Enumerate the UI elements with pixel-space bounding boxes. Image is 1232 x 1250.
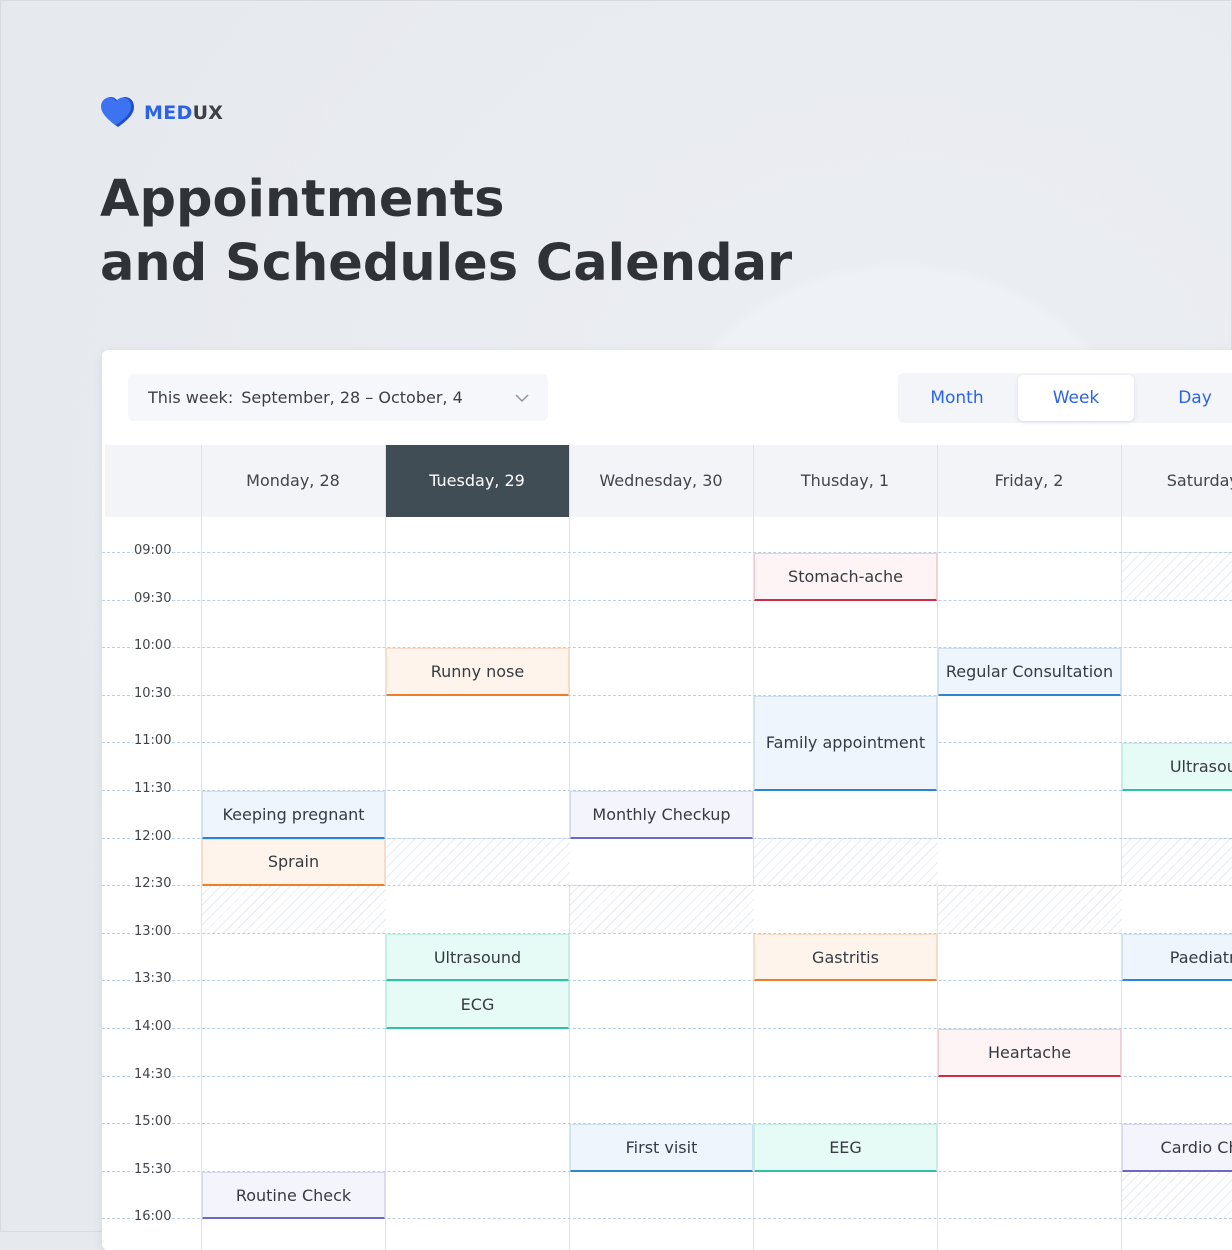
time-label: 10:30: [133, 685, 173, 701]
time-label: 12:30: [133, 876, 173, 892]
appointment-event[interactable]: Stomach-ache: [754, 553, 937, 601]
appointment-event[interactable]: ECG: [386, 981, 569, 1029]
appointment-event[interactable]: Paediatrics: [1122, 933, 1232, 982]
appointment-title: EEG: [829, 1137, 862, 1157]
day-header: Thusday, 1: [800, 471, 890, 490]
appointment-event[interactable]: Keeping pregnant: [202, 791, 385, 839]
appointment-title: Stomach-ache: [788, 566, 903, 586]
day-header: Wednesday, 30: [599, 471, 723, 490]
calendar-card: This week: September, 28 – October, 4 Mo…: [102, 350, 1232, 1250]
appointment-event[interactable]: Ultrasound: [1122, 743, 1232, 791]
appointment-event[interactable]: First visit: [570, 1124, 753, 1172]
time-gridline: [102, 980, 1232, 982]
appointment-event[interactable]: Runny nose: [386, 648, 569, 696]
view-switch: Month Week Day: [898, 373, 1232, 423]
week-selector-label: This week:: [148, 388, 234, 407]
time-label: 14:30: [133, 1066, 173, 1082]
appointment-title: First visit: [625, 1137, 698, 1157]
appointment-event[interactable]: Routine Check: [202, 1171, 385, 1220]
page-title-line1: Appointments: [100, 170, 505, 229]
appointment-title: ECG: [460, 995, 495, 1015]
heart-icon: [101, 97, 134, 127]
time-label: 15:30: [133, 1161, 173, 1177]
unavailable-slot: [570, 885, 754, 934]
appointment-title: Gastritis: [812, 947, 879, 967]
view-month-button[interactable]: Month: [898, 375, 1016, 421]
time-label: 13:30: [133, 971, 173, 987]
appointment-title: Cardio Check: [1160, 1137, 1232, 1157]
time-label: 11:00: [133, 733, 173, 749]
unavailable-slot: [202, 885, 386, 934]
unavailable-slot: [1122, 837, 1232, 887]
appointment-title: Heartache: [987, 1042, 1072, 1062]
time-gridline: [102, 599, 1232, 601]
week-selector-value: September, 28 – October, 4: [241, 388, 463, 407]
appointment-event[interactable]: Sprain: [202, 838, 385, 887]
time-label: 09:30: [133, 590, 173, 606]
time-label: 12:00: [133, 828, 173, 844]
unavailable-slot: [386, 837, 570, 887]
appointment-title: Regular Consultation: [945, 661, 1114, 681]
view-week-button[interactable]: Week: [1018, 375, 1134, 421]
week-selector-dropdown[interactable]: This week: September, 28 – October, 4: [128, 374, 548, 421]
appointment-event[interactable]: Regular Consultation: [938, 648, 1121, 696]
appointment-title: Paediatrics: [1169, 947, 1232, 967]
appointment-event[interactable]: Gastritis: [754, 933, 937, 982]
unavailable-slot: [938, 885, 1122, 934]
time-label: 16:00: [133, 1209, 173, 1225]
time-label: 09:00: [133, 543, 173, 558]
brand-name-ux: UX: [192, 102, 224, 124]
appointment-title: Sprain: [267, 852, 320, 872]
time-label: 15:00: [133, 1114, 173, 1130]
appointment-title: Ultrasound: [433, 947, 522, 967]
time-gridline: [102, 552, 1232, 553]
appointment-title: Monthly Checkup: [592, 804, 731, 824]
day-header: Friday, 2: [994, 471, 1064, 490]
appointment-title: Routine Check: [235, 1185, 352, 1205]
unavailable-slot: [1122, 552, 1232, 601]
brand-name-med: MED: [144, 102, 193, 124]
appointment-event[interactable]: Family appointment: [754, 695, 937, 791]
page-title-line2: and Schedules Calendar: [100, 234, 793, 293]
unavailable-slot: [754, 837, 938, 887]
unavailable-slot: [1122, 1170, 1232, 1220]
time-label: 14:00: [133, 1019, 173, 1034]
time-label: 11:30: [133, 781, 173, 796]
page-title: Appointments and Schedules Calendar: [100, 168, 792, 296]
chevron-down-icon: [515, 394, 529, 403]
brand-name: MEDUX: [144, 102, 223, 124]
appointment-title: Runny nose: [430, 661, 525, 681]
time-gridline: [102, 932, 1232, 934]
appointment-event[interactable]: Ultrasound: [386, 933, 569, 982]
appointment-event[interactable]: Monthly Checkup: [570, 791, 753, 839]
time-label: 13:00: [133, 923, 173, 939]
brand-logo[interactable]: MEDUX: [100, 96, 223, 130]
appointment-title: Ultrasound: [1169, 757, 1232, 777]
day-header: Saturday, 3: [1166, 471, 1232, 490]
day-header: Tuesday, 29: [385, 445, 569, 517]
time-label: 10:00: [133, 638, 173, 654]
day-header: Monday, 28: [246, 471, 340, 490]
time-gridline: [102, 742, 1232, 744]
view-day-button[interactable]: Day: [1136, 375, 1232, 421]
appointment-title: Family appointment: [765, 733, 926, 753]
appointment-title: Keeping pregnant: [222, 804, 365, 824]
appointment-event[interactable]: Cardio Check: [1122, 1124, 1232, 1172]
appointment-event[interactable]: EEG: [754, 1124, 937, 1172]
appointment-event[interactable]: Heartache: [938, 1029, 1121, 1077]
